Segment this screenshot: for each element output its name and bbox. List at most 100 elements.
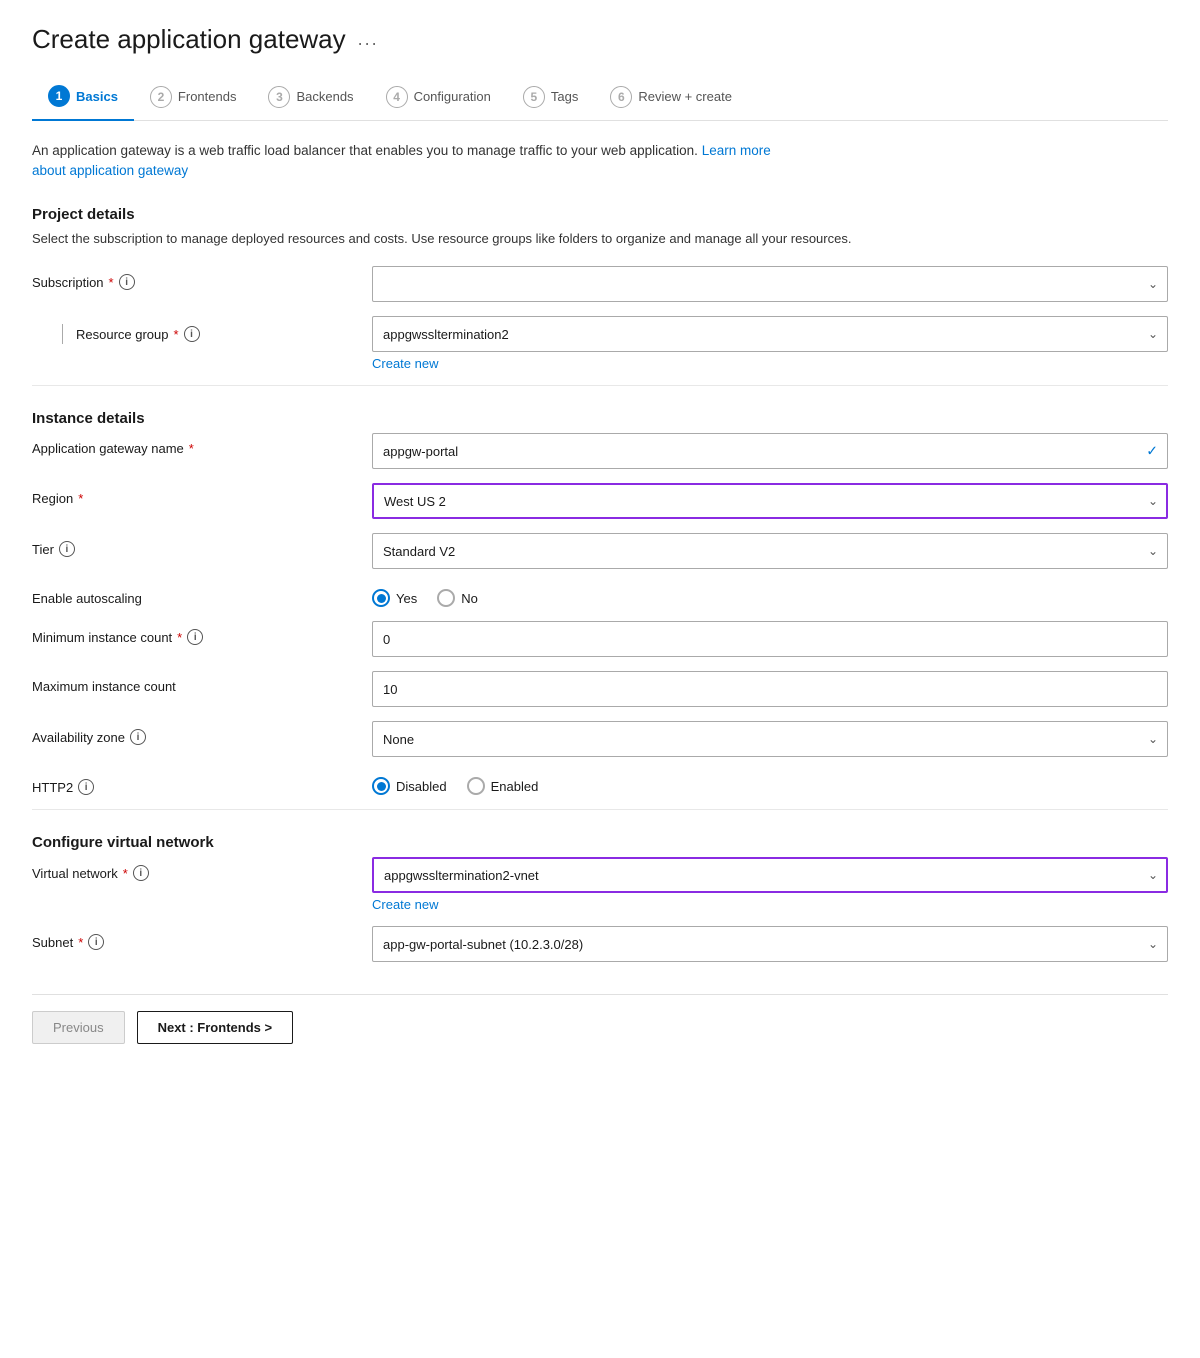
tab-configuration-label: Configuration [414, 89, 491, 104]
resource-group-create-new-link[interactable]: Create new [372, 356, 438, 371]
http2-row: HTTP2 i Disabled Enabled [32, 771, 1168, 795]
max-count-input[interactable] [372, 671, 1168, 707]
subscription-info-icon[interactable]: i [119, 274, 135, 290]
tab-configuration[interactable]: 4 Configuration [370, 76, 507, 120]
resource-group-row: Resource group * i appgwssltermination2 … [32, 316, 1168, 371]
tier-label: Tier i [32, 533, 372, 557]
subscription-label: Subscription * i [32, 266, 372, 290]
vnet-required: * [123, 866, 128, 881]
learn-more-link[interactable]: Learn more [702, 143, 771, 158]
min-count-info-icon[interactable]: i [187, 629, 203, 645]
autoscaling-yes-label: Yes [396, 591, 417, 606]
vnet-control: appgwssltermination2-vnet ⌄ Create new [372, 857, 1168, 912]
resource-group-required: * [174, 327, 179, 342]
http2-info-icon[interactable]: i [78, 779, 94, 795]
availability-select[interactable]: None [372, 721, 1168, 757]
min-count-label: Minimum instance count * i [32, 621, 372, 645]
http2-enabled-option[interactable]: Enabled [467, 777, 539, 795]
subnet-label: Subnet * i [32, 926, 372, 950]
autoscaling-no-option[interactable]: No [437, 589, 478, 607]
tab-basics[interactable]: 1 Basics [32, 75, 134, 121]
resource-group-label: Resource group * i [32, 324, 200, 344]
vnet-create-new-link[interactable]: Create new [372, 897, 438, 912]
tier-info-icon[interactable]: i [59, 541, 75, 557]
gateway-name-required: * [189, 441, 194, 456]
http2-enabled-radio[interactable] [467, 777, 485, 795]
previous-button[interactable]: Previous [32, 1011, 125, 1044]
tab-tags-label: Tags [551, 89, 578, 104]
http2-label: HTTP2 i [32, 771, 372, 795]
tab-backends-label: Backends [296, 89, 353, 104]
http2-disabled-option[interactable]: Disabled [372, 777, 447, 795]
subscription-required: * [109, 275, 114, 290]
autoscaling-no-radio[interactable] [437, 589, 455, 607]
gateway-name-select[interactable]: appgw-portal [372, 433, 1168, 469]
autoscaling-yes-radio[interactable] [372, 589, 390, 607]
region-label: Region * [32, 483, 372, 506]
http2-disabled-radio[interactable] [372, 777, 390, 795]
resource-group-info-icon[interactable]: i [184, 326, 200, 342]
subnet-select-wrapper: app-gw-portal-subnet (10.2.3.0/28) ⌄ [372, 926, 1168, 962]
section-divider-2 [32, 809, 1168, 810]
tier-select[interactable]: Standard V2 [372, 533, 1168, 569]
vnet-info-icon[interactable]: i [133, 865, 149, 881]
autoscaling-row: Enable autoscaling Yes No [32, 583, 1168, 607]
tab-tags[interactable]: 5 Tags [507, 76, 594, 120]
tab-review-create[interactable]: 6 Review + create [594, 76, 748, 120]
subnet-required: * [78, 935, 83, 950]
page-description: An application gateway is a web traffic … [32, 141, 1168, 182]
gateway-name-control: appgw-portal ✓ [372, 433, 1168, 469]
min-count-input[interactable] [372, 621, 1168, 657]
region-select-wrapper: West US 2 ⌄ [372, 483, 1168, 519]
tier-row: Tier i Standard V2 ⌄ [32, 533, 1168, 569]
availability-info-icon[interactable]: i [130, 729, 146, 745]
project-details-title: Project details [32, 206, 1168, 223]
about-link[interactable]: about application gateway [32, 163, 188, 178]
subscription-select-wrapper: ⌄ [372, 266, 1168, 302]
tab-frontends[interactable]: 2 Frontends [134, 76, 253, 120]
instance-details-title: Instance details [32, 410, 1168, 427]
resource-group-select[interactable]: appgwssltermination2 [372, 316, 1168, 352]
resource-group-control: appgwssltermination2 ⌄ Create new [372, 316, 1168, 371]
tab-backends[interactable]: 3 Backends [252, 76, 369, 120]
tab-configuration-step: 4 [386, 86, 408, 108]
wizard-tabs: 1 Basics 2 Frontends 3 Backends 4 Config… [32, 75, 1168, 121]
autoscaling-no-label: No [461, 591, 478, 606]
tab-basics-label: Basics [76, 89, 118, 104]
bottom-bar: Previous Next : Frontends > [32, 994, 1168, 1044]
region-required: * [78, 491, 83, 506]
project-details-desc: Select the subscription to manage deploy… [32, 229, 1168, 249]
region-control: West US 2 ⌄ [372, 483, 1168, 519]
page-title: Create application gateway [32, 24, 346, 55]
subnet-control: app-gw-portal-subnet (10.2.3.0/28) ⌄ [372, 926, 1168, 962]
tab-review-label: Review + create [638, 89, 732, 104]
max-count-label: Maximum instance count [32, 671, 372, 694]
title-ellipsis: ... [358, 29, 379, 50]
vnet-select[interactable]: appgwssltermination2-vnet [372, 857, 1168, 893]
availability-select-wrapper: None ⌄ [372, 721, 1168, 757]
autoscaling-control: Yes No [372, 583, 1168, 607]
min-count-row: Minimum instance count * i [32, 621, 1168, 657]
vnet-title: Configure virtual network [32, 834, 1168, 851]
http2-enabled-label: Enabled [491, 779, 539, 794]
http2-radio-group: Disabled Enabled [372, 771, 1168, 795]
vnet-row: Virtual network * i appgwssltermination2… [32, 857, 1168, 912]
tab-review-step: 6 [610, 86, 632, 108]
gateway-name-select-wrapper: appgw-portal ✓ [372, 433, 1168, 469]
region-row: Region * West US 2 ⌄ [32, 483, 1168, 519]
availability-label: Availability zone i [32, 721, 372, 745]
subnet-row: Subnet * i app-gw-portal-subnet (10.2.3.… [32, 926, 1168, 962]
page-title-container: Create application gateway ... [32, 24, 1168, 55]
subnet-info-icon[interactable]: i [88, 934, 104, 950]
tab-frontends-step: 2 [150, 86, 172, 108]
subscription-select[interactable] [372, 266, 1168, 302]
autoscaling-yes-option[interactable]: Yes [372, 589, 417, 607]
autoscaling-label: Enable autoscaling [32, 583, 372, 606]
availability-row: Availability zone i None ⌄ [32, 721, 1168, 757]
max-count-control [372, 671, 1168, 707]
next-button[interactable]: Next : Frontends > [137, 1011, 294, 1044]
subnet-select[interactable]: app-gw-portal-subnet (10.2.3.0/28) [372, 926, 1168, 962]
vnet-select-wrapper: appgwssltermination2-vnet ⌄ [372, 857, 1168, 893]
http2-disabled-label: Disabled [396, 779, 447, 794]
region-select[interactable]: West US 2 [372, 483, 1168, 519]
